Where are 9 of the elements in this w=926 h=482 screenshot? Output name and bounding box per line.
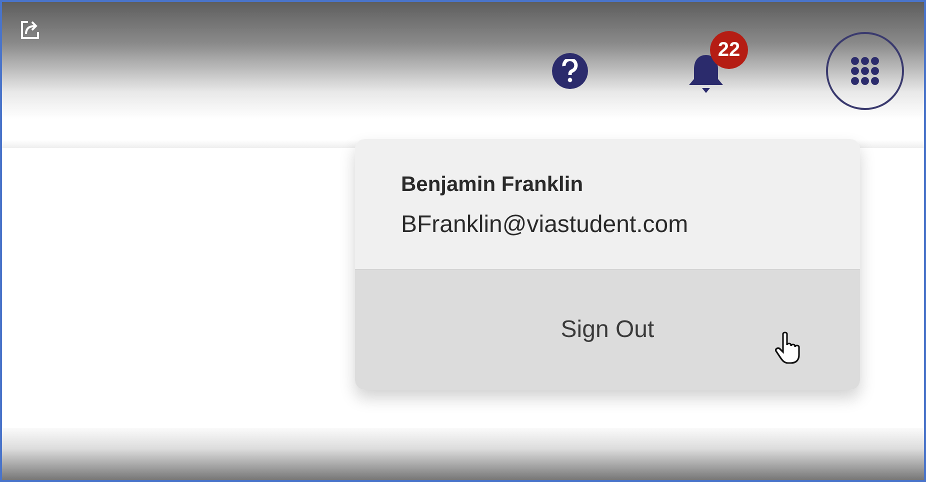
user-email: BFranklin@viastudent.com: [401, 210, 690, 240]
hand-cursor-icon: [775, 330, 803, 364]
apps-menu-button[interactable]: [826, 32, 904, 110]
grid-icon: [850, 56, 880, 86]
user-name: Benjamin Franklin: [401, 172, 584, 198]
share-icon[interactable]: [20, 20, 40, 40]
notification-count: 22: [710, 31, 748, 69]
help-icon[interactable]: [552, 53, 588, 89]
sign-out-button[interactable]: Sign Out: [355, 268, 860, 390]
